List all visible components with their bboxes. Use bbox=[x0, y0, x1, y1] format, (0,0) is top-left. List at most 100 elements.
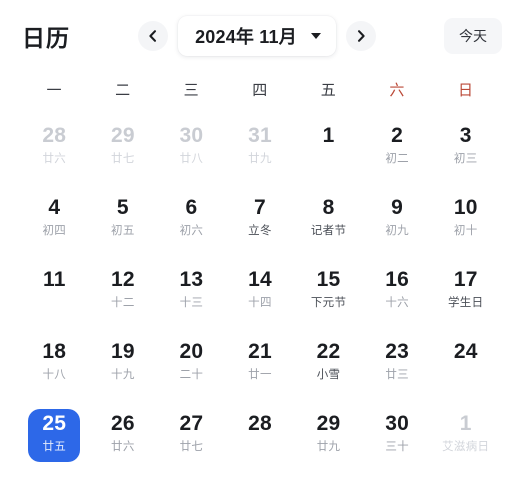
day-number: 29 bbox=[110, 124, 135, 147]
day-number: 10 bbox=[453, 196, 478, 219]
day-lunar-label: 记者节 bbox=[310, 224, 347, 237]
day-number: 21 bbox=[248, 340, 272, 363]
day-cell[interactable]: 3 初三 bbox=[431, 118, 500, 190]
day-cell[interactable]: 24 bbox=[431, 334, 500, 406]
day-cell-body: 19 十九 bbox=[97, 337, 149, 390]
day-number: 16 bbox=[385, 268, 409, 291]
day-number: 28 bbox=[42, 124, 67, 147]
day-lunar-label: 廿六 bbox=[42, 152, 67, 165]
month-selector[interactable]: 2024年 11月 bbox=[178, 16, 336, 56]
day-cell[interactable]: 30 廿八 bbox=[157, 118, 226, 190]
chevron-left-icon bbox=[146, 29, 160, 43]
day-cell-body: 7 立冬 bbox=[234, 193, 286, 246]
day-lunar-label: 初六 bbox=[179, 224, 204, 237]
day-number: 27 bbox=[179, 412, 204, 435]
day-cell[interactable]: 18 十八 bbox=[20, 334, 89, 406]
weekday-label-2: 三 bbox=[183, 81, 200, 99]
month-label: 2024年 11月 bbox=[195, 27, 297, 47]
day-lunar-label: 廿九 bbox=[248, 152, 272, 165]
day-cell[interactable]: 2 初二 bbox=[363, 118, 432, 190]
day-number: 1 bbox=[322, 124, 335, 147]
day-cell-body: 8 记者节 bbox=[303, 193, 355, 246]
day-lunar-label: 十九 bbox=[111, 368, 135, 381]
prev-month-button[interactable] bbox=[138, 21, 169, 51]
day-number: 17 bbox=[453, 268, 478, 291]
caret-down-icon bbox=[310, 33, 321, 39]
day-cell[interactable]: 28 廿六 bbox=[20, 118, 89, 190]
day-lunar-label: 廿七 bbox=[179, 440, 204, 453]
day-cell[interactable]: 8 记者节 bbox=[294, 190, 363, 262]
day-cell[interactable]: 7 立冬 bbox=[226, 190, 295, 262]
day-cell[interactable]: 22 小雪 bbox=[294, 334, 363, 406]
day-cell[interactable]: 4 初四 bbox=[20, 190, 89, 262]
day-number: 11 bbox=[42, 268, 66, 291]
day-number: 6 bbox=[185, 196, 198, 219]
day-cell-body: 17 学生日 bbox=[440, 265, 492, 318]
day-cell-body: 9 初九 bbox=[371, 193, 423, 246]
day-cell[interactable]: 1 bbox=[294, 118, 363, 190]
day-number: 5 bbox=[116, 196, 129, 219]
day-cell-body: 31 廿九 bbox=[234, 121, 286, 174]
day-cell[interactable]: 17 学生日 bbox=[431, 262, 500, 334]
day-cell[interactable]: 27 廿七 bbox=[157, 406, 226, 478]
day-cell-body: 14 十四 bbox=[234, 265, 286, 318]
day-cell[interactable]: 1 艾滋病日 bbox=[431, 406, 500, 478]
weekday-label-3: 四 bbox=[252, 81, 268, 99]
day-cell[interactable]: 15 下元节 bbox=[294, 262, 363, 334]
day-cell[interactable]: 29 廿九 bbox=[294, 406, 363, 478]
day-number: 30 bbox=[179, 124, 204, 147]
today-button[interactable]: 今天 bbox=[444, 18, 502, 54]
day-number: 20 bbox=[179, 340, 204, 363]
day-number: 18 bbox=[42, 340, 67, 363]
day-cell-body: 26 廿六 bbox=[97, 409, 149, 462]
calendar-app: 日历 2024年 11月 今天 一 二 三 四 五 六 日 28 廿六 29 廿… bbox=[0, 0, 520, 500]
day-cell[interactable]: 10 初十 bbox=[431, 190, 500, 262]
day-cell-body: 2 初二 bbox=[371, 121, 423, 174]
day-cell[interactable]: 21 廿一 bbox=[226, 334, 295, 406]
calendar-grid: 28 廿六 29 廿七 30 廿八 31 廿九 1 2 初二 3 初三 4 初四 5 初五 6 初六 7 立冬 8 记者节… bbox=[0, 106, 520, 478]
day-cell[interactable]: 16 十六 bbox=[363, 262, 432, 334]
weekday-header: 一二三四五六日 bbox=[0, 72, 520, 106]
next-month-button[interactable] bbox=[345, 21, 376, 51]
day-cell[interactable]: 11 bbox=[20, 262, 89, 334]
day-cell[interactable]: 30 三十 bbox=[363, 406, 432, 478]
day-cell[interactable]: 9 初九 bbox=[363, 190, 432, 262]
day-cell-body: 3 初三 bbox=[440, 121, 492, 174]
day-cell-body: 23 廿三 bbox=[371, 337, 423, 390]
day-cell[interactable]: 14 十四 bbox=[226, 262, 295, 334]
day-cell[interactable]: 20 二十 bbox=[157, 334, 226, 406]
month-navigator: 2024年 11月 bbox=[70, 16, 444, 56]
day-lunar-label: 小雪 bbox=[316, 368, 341, 381]
day-lunar-label: 初四 bbox=[42, 224, 67, 237]
day-cell-body: 4 初四 bbox=[28, 193, 80, 246]
day-number: 14 bbox=[248, 268, 272, 291]
day-number: 26 bbox=[110, 412, 135, 435]
weekday-label-0: 一 bbox=[46, 81, 63, 99]
day-cell-body: 30 三十 bbox=[371, 409, 423, 462]
day-cell-body: 12 十二 bbox=[97, 265, 149, 318]
day-cell-selected[interactable]: 25 廿五 bbox=[20, 406, 89, 478]
day-cell[interactable]: 6 初六 bbox=[157, 190, 226, 262]
day-cell[interactable]: 26 廿六 bbox=[89, 406, 158, 478]
day-lunar-label: 艾滋病日 bbox=[442, 440, 490, 453]
day-cell[interactable]: 13 十三 bbox=[157, 262, 226, 334]
weekday-label-6: 日 bbox=[457, 81, 474, 99]
weekday-label-4: 五 bbox=[320, 81, 337, 99]
day-cell[interactable]: 23 廿三 bbox=[363, 334, 432, 406]
day-cell[interactable]: 31 廿九 bbox=[226, 118, 295, 190]
day-cell[interactable]: 29 廿七 bbox=[89, 118, 158, 190]
day-lunar-label: 初五 bbox=[111, 224, 135, 237]
day-cell-body: 25 廿五 bbox=[28, 409, 81, 462]
day-lunar-label: 廿六 bbox=[111, 440, 135, 453]
day-lunar-label: 初三 bbox=[453, 152, 478, 165]
day-cell[interactable]: 28 bbox=[226, 406, 295, 478]
day-lunar-label: 廿五 bbox=[42, 440, 67, 453]
day-cell[interactable]: 19 十九 bbox=[89, 334, 158, 406]
day-lunar-label: 学生日 bbox=[448, 296, 484, 309]
day-cell[interactable]: 5 初五 bbox=[89, 190, 158, 262]
day-cell-body: 21 廿一 bbox=[234, 337, 286, 390]
day-cell-body: 16 十六 bbox=[371, 265, 423, 318]
day-number: 31 bbox=[248, 124, 272, 147]
day-cell[interactable]: 12 十二 bbox=[89, 262, 158, 334]
day-number: 22 bbox=[316, 340, 341, 363]
